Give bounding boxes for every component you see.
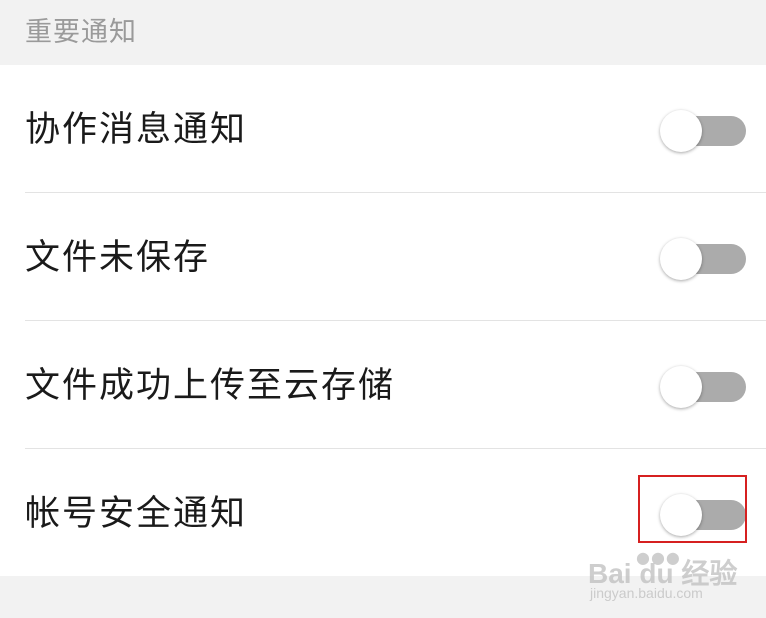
setting-label: 帐号安全通知 xyxy=(25,494,248,534)
section-header: 重要通知 xyxy=(0,0,766,65)
setting-label: 文件成功上传至云存储 xyxy=(25,366,396,406)
setting-label: 文件未保存 xyxy=(25,238,211,278)
setting-row-collab-messages[interactable]: 协作消息通知 xyxy=(0,65,766,193)
setting-row-cloud-upload[interactable]: 文件成功上传至云存储 xyxy=(0,321,766,449)
section-title: 重要通知 xyxy=(25,17,137,48)
setting-row-file-unsaved[interactable]: 文件未保存 xyxy=(0,193,766,321)
cloud-upload-toggle[interactable] xyxy=(660,366,746,408)
collab-messages-toggle[interactable] xyxy=(660,110,746,152)
footer-area xyxy=(0,576,766,618)
setting-label: 协作消息通知 xyxy=(25,110,248,150)
file-unsaved-toggle[interactable] xyxy=(660,238,746,280)
toggle-knob xyxy=(660,110,702,152)
highlight-box xyxy=(638,475,747,543)
toggle-knob xyxy=(660,238,702,280)
toggle-knob xyxy=(660,366,702,408)
